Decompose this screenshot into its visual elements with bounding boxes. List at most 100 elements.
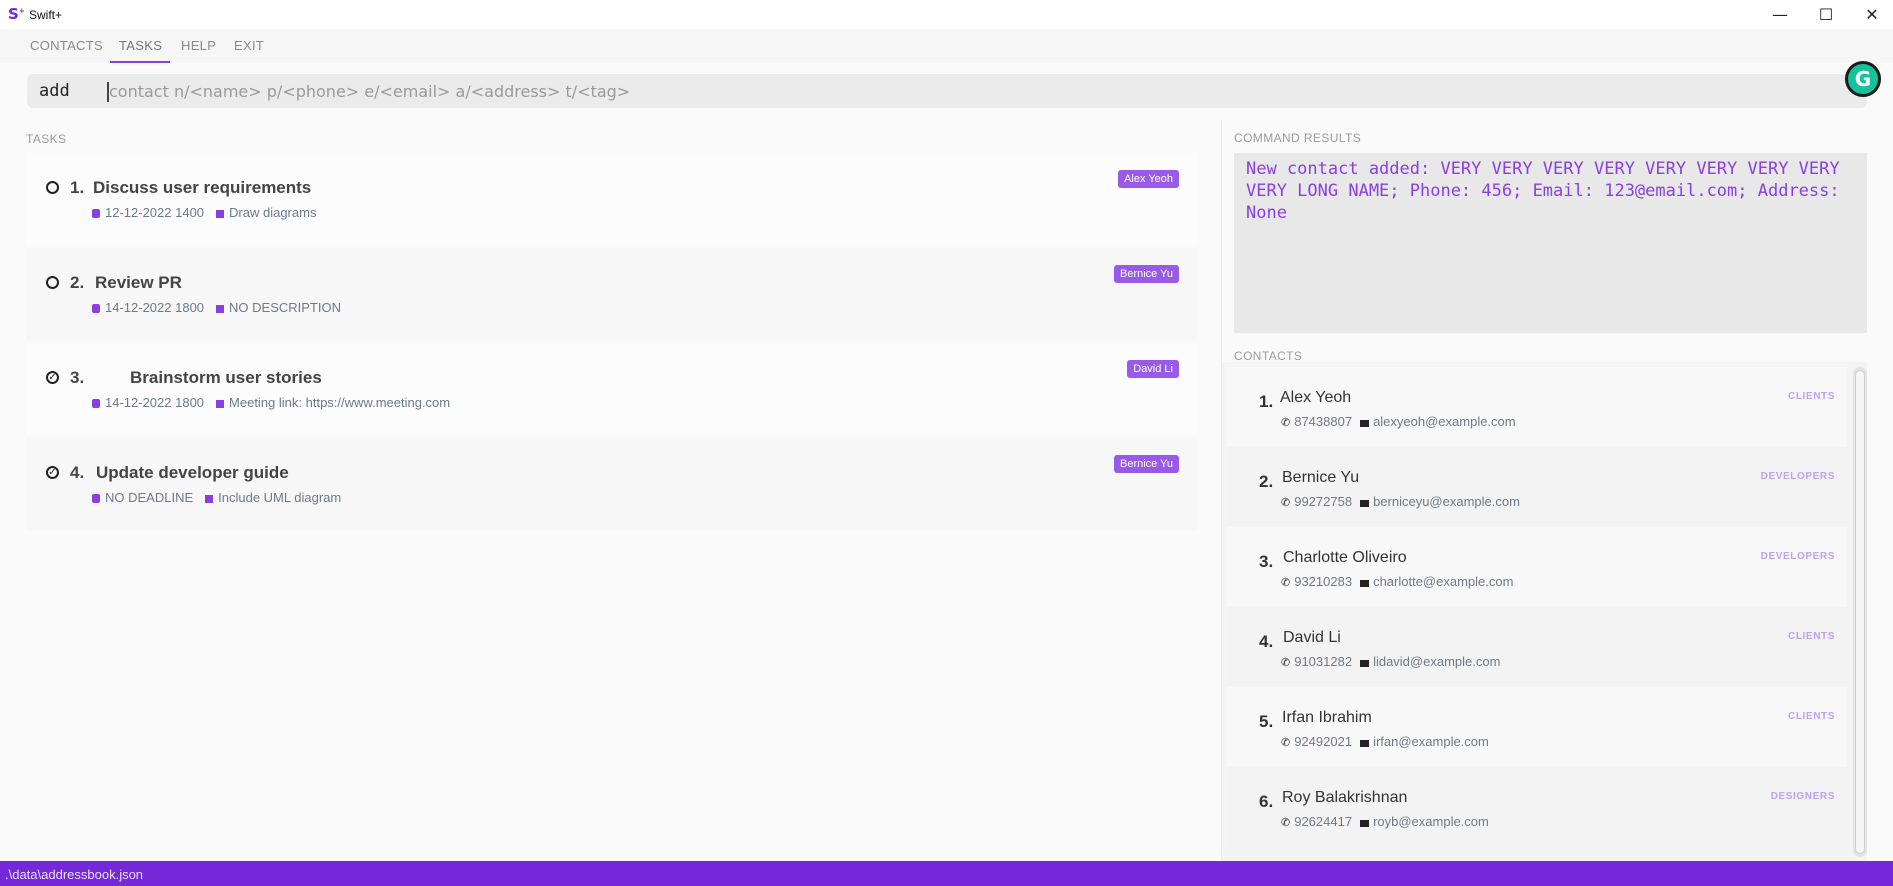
contact-card[interactable]: 4. David Li ✆ 91031282 lidavid@example.com… (1227, 607, 1847, 687)
command-hint: contact n/<name> p/<phone> e/<email> a/<… (109, 82, 631, 101)
contact-index: 4. (1259, 632, 1274, 651)
menu-tasks[interactable]: TASKS (119, 38, 162, 53)
contact-card[interactable]: 2. Bernice Yu ✆ 99272758 berniceyu@example… (1227, 447, 1847, 527)
task-title: Review PR (95, 273, 182, 292)
app-logo-icon: S+ (8, 5, 25, 23)
contact-index: 6. (1259, 792, 1274, 811)
deadline-icon (92, 304, 100, 313)
task-index: 2. (70, 273, 85, 292)
task-assignee-tag: David Li (1127, 360, 1179, 378)
contact-card[interactable]: 6. Roy Balakrishnan ✆ 92624417 royb@exampl… (1227, 767, 1847, 847)
task-done-icon[interactable]: ✓ (46, 371, 59, 384)
description-icon (216, 305, 225, 313)
status-bar: .\data\addressbook.json (0, 861, 1893, 886)
minimize-button[interactable]: — (1757, 3, 1803, 27)
contacts-list[interactable]: 1. Alex Yeoh ✆ 87438807 alexyeoh@example.c… (1222, 362, 1867, 862)
description-icon (205, 495, 214, 503)
data-file-path: .\data\addressbook.json (5, 867, 144, 882)
command-input[interactable]: add contact n/<name> p/<phone> e/<email>… (27, 74, 1867, 108)
email-icon (1360, 820, 1370, 827)
task-card[interactable]: ✓ 3. Brainstorm user stories 14-12-2022 … (26, 343, 1197, 435)
task-card[interactable]: 2. Review PR 14-12-2022 1800 NO DESCRIPTI… (26, 248, 1197, 340)
email-icon (1360, 420, 1370, 427)
tasks-header: TASKS (26, 132, 67, 146)
command-results-box: New contact added: VERY VERY VERY VERY V… (1234, 153, 1867, 333)
contact-phone: 91031282 (1294, 654, 1353, 669)
contact-card[interactable]: 5. Irfan Ibrahim ✆ 92492021 irfan@example.… (1227, 687, 1847, 767)
contact-phone: 87438807 (1294, 414, 1353, 429)
contact-phone: 92624417 (1294, 814, 1353, 829)
task-done-icon[interactable]: ✓ (46, 466, 59, 479)
contacts-header: CONTACTS (1234, 349, 1303, 363)
description-icon (216, 400, 225, 408)
task-meta: 12-12-2022 1400 Draw diagrams (92, 205, 316, 220)
command-results-header: COMMAND RESULTS (1234, 131, 1362, 145)
contact-meta: ✆ 92624417 royb@example.com (1281, 814, 1489, 829)
task-deadline: 14-12-2022 1800 (105, 395, 205, 410)
task-description: Include UML diagram (218, 490, 342, 505)
task-title: Brainstorm user stories (130, 368, 322, 387)
contact-tag: DESIGNERS (1770, 791, 1835, 802)
task-index: 4. (70, 463, 85, 482)
contact-index: 1. (1259, 392, 1274, 411)
contacts-scrollbar[interactable] (1853, 367, 1867, 857)
window-title: Swift+ (29, 8, 63, 22)
task-index: 1. (70, 178, 85, 197)
task-status-icon[interactable] (46, 276, 59, 289)
deadline-icon (92, 209, 100, 218)
phone-icon: ✆ (1281, 736, 1291, 749)
phone-icon: ✆ (1281, 496, 1291, 509)
contact-name: Irfan Ibrahim (1282, 709, 1372, 726)
contact-email: lidavid@example.com (1373, 654, 1501, 669)
contact-email: alexyeoh@example.com (1373, 414, 1516, 429)
contact-email: berniceyu@example.com (1373, 494, 1520, 509)
menu-help[interactable]: HELP (181, 38, 216, 53)
command-typed-text: add (39, 81, 70, 101)
email-icon (1360, 580, 1370, 587)
contact-meta: ✆ 99272758 berniceyu@example.com (1281, 494, 1520, 509)
contact-tag: DEVELOPERS (1760, 471, 1835, 482)
contact-name: Charlotte Oliveiro (1283, 549, 1407, 566)
task-assignee-tag: Bernice Yu (1113, 455, 1179, 473)
contact-meta: ✆ 87438807 alexyeoh@example.com (1281, 414, 1516, 429)
contact-tag: CLIENTS (1788, 391, 1835, 402)
deadline-icon (92, 399, 100, 408)
contact-meta: ✆ 92492021 irfan@example.com (1281, 734, 1489, 749)
menu-bar: CONTACTS TASKS HELP EXIT (0, 29, 1893, 63)
menu-contacts[interactable]: CONTACTS (30, 38, 103, 53)
email-icon (1360, 740, 1370, 747)
contact-email: charlotte@example.com (1373, 574, 1514, 589)
contact-phone: 93210283 (1294, 574, 1353, 589)
maximize-button[interactable]: ☐ (1803, 3, 1849, 27)
contact-index: 3. (1259, 552, 1274, 571)
task-index: 3. (70, 368, 85, 387)
contact-email: irfan@example.com (1373, 734, 1489, 749)
grammarly-icon[interactable]: G (1845, 61, 1881, 97)
contact-card[interactable]: 1. Alex Yeoh ✆ 87438807 alexyeoh@example.c… (1227, 367, 1847, 447)
contact-index: 5. (1259, 712, 1274, 731)
task-deadline: 14-12-2022 1800 (105, 300, 205, 315)
phone-icon: ✆ (1281, 816, 1291, 829)
close-button[interactable]: ✕ (1849, 3, 1893, 27)
command-results-text: New contact added: VERY VERY VERY VERY V… (1246, 159, 1840, 223)
scrollbar-thumb[interactable] (1855, 370, 1865, 854)
phone-icon: ✆ (1281, 416, 1291, 429)
contact-name: Alex Yeoh (1280, 389, 1352, 406)
contact-tag: CLIENTS (1788, 631, 1835, 642)
phone-icon: ✆ (1281, 576, 1291, 589)
task-assignee-tag: Bernice Yu (1113, 265, 1179, 283)
contact-tag: DEVELOPERS (1760, 551, 1835, 562)
task-title: Discuss user requirements (93, 178, 312, 197)
contact-card[interactable]: 3. Charlotte Oliveiro ✆ 93210283 charlotte… (1227, 527, 1847, 607)
task-status-icon[interactable] (46, 181, 59, 194)
task-card[interactable]: 1. Discuss user requirements 12-12-2022 … (26, 153, 1197, 245)
task-deadline: 12-12-2022 1400 (105, 205, 205, 220)
contact-name: Roy Balakrishnan (1282, 789, 1408, 806)
title-bar: S+ Swift+ — ☐ ✕ (0, 0, 1893, 29)
menu-exit[interactable]: EXIT (234, 38, 264, 53)
task-card[interactable]: ✓ 4. Update developer guide NO DEADLINE I… (26, 438, 1197, 530)
task-deadline: NO DEADLINE (105, 490, 194, 505)
deadline-icon (92, 494, 100, 503)
task-title: Update developer guide (96, 463, 289, 482)
contact-phone: 99272758 (1294, 494, 1353, 509)
